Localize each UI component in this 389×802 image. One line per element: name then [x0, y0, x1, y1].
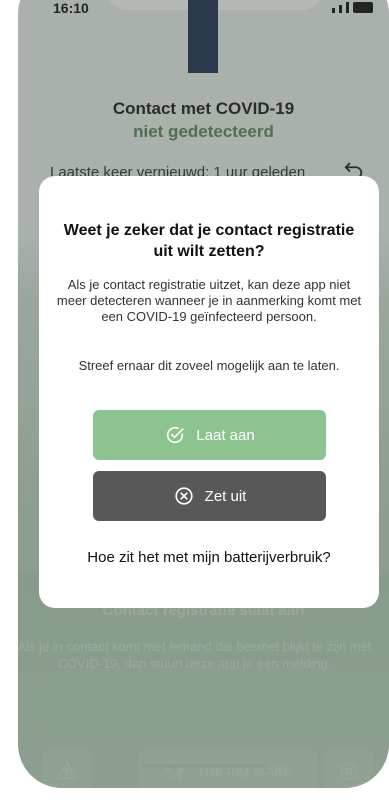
- check-circle-icon: [167, 426, 184, 444]
- keep-on-label: Laat aan: [196, 426, 255, 444]
- confirm-dialog: Weet je zeker dat je contact registratie…: [39, 176, 379, 608]
- x-circle-icon: [175, 487, 193, 505]
- turn-off-label: Zet uit: [204, 487, 247, 505]
- battery-usage-link[interactable]: Hoe zit het met mijn batterijverbruik?: [39, 549, 379, 566]
- turn-off-button[interactable]: Zet uit: [93, 471, 326, 521]
- dialog-body: Als je contact registratie uitzet, kan d…: [56, 277, 362, 324]
- dialog-advice: Streef ernaar dit zoveel mogelijk aan te…: [78, 358, 340, 373]
- dialog-title: Weet je zeker dat je contact registratie…: [63, 222, 355, 260]
- keep-on-button[interactable]: Laat aan: [93, 410, 326, 460]
